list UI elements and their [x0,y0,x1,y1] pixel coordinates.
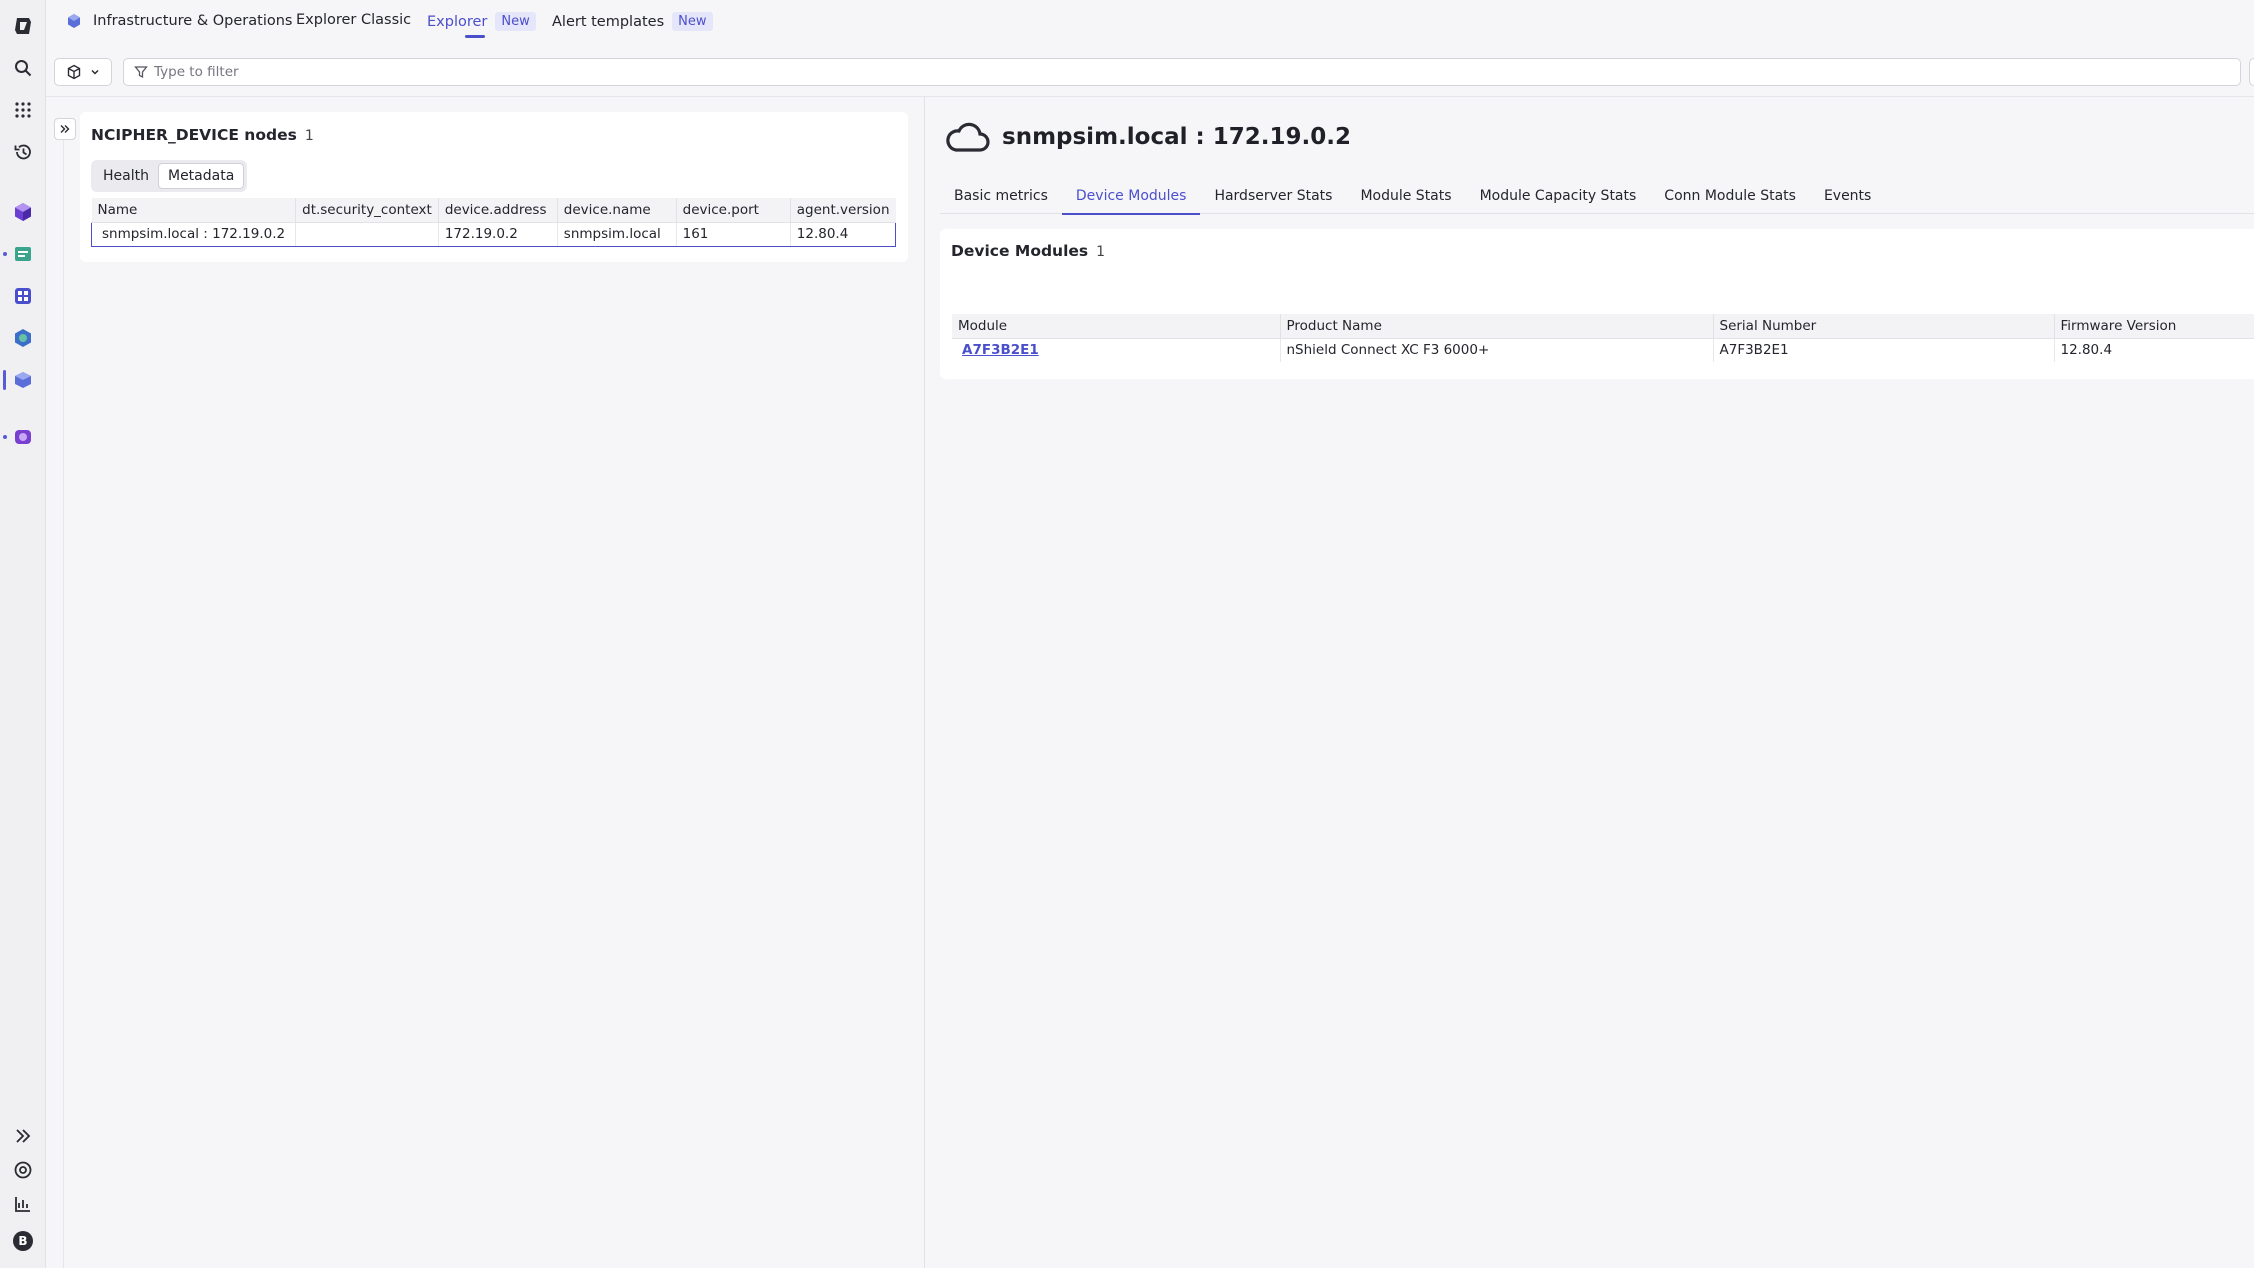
nodes-list-title: NCIPHER_DEVICE nodes 1 [91,126,314,144]
tab-explorer[interactable]: Explorer New [427,12,536,38]
app-header: Infrastructure & Operations Explorer Cla… [46,0,2254,44]
entity-type-selector[interactable] [54,58,112,86]
app-title-label: Infrastructure & Operations [93,13,293,29]
user-avatar[interactable]: B [9,1227,37,1255]
infrastructure-cube-icon [68,14,80,28]
cell-device-port: 161 [676,221,791,247]
tab-conn-module-stats[interactable]: Conn Module Stats [1650,178,1810,214]
filter-icon [134,66,148,79]
table-row: A7F3B2E1 nShield Connect XC F3 6000+ A7F… [952,338,2254,362]
column-header-security-context[interactable]: dt.security_context [295,198,439,223]
chevron-down-icon [91,69,99,75]
tab-label: Explorer Classic [296,12,412,28]
device-modules-title-label: Device Modules [951,242,1089,260]
device-modules-table: Module Product Name Serial Number Firmwa… [952,314,2254,362]
help-icon[interactable] [9,1156,37,1184]
column-header-device-name[interactable]: device.name [557,198,677,223]
column-header-device-port[interactable]: device.port [676,198,791,223]
app-title[interactable]: Infrastructure & Operations [65,12,292,30]
new-badge: New [672,12,713,31]
tab-explorer-classic[interactable]: Explorer Classic [296,12,411,28]
expand-rail-icon[interactable] [9,1122,37,1150]
column-header-agent-version[interactable]: agent.version [790,198,896,223]
header-divider [46,96,2254,97]
cell-firmware-version: 12.80.4 [2060,342,2113,359]
search-icon[interactable] [9,54,37,82]
filter-field[interactable] [123,58,2241,86]
double-chevron-right-icon [60,125,70,133]
tab-alert-templates[interactable]: Alert templates New [552,12,713,31]
collapse-panel-button[interactable] [54,118,76,140]
cell-security-context [295,221,439,247]
cell-device-name: snmpsim.local [557,221,677,247]
segment-metadata[interactable]: Metadata [157,163,245,189]
nodes-title-label: NCIPHER_DEVICE nodes [91,126,297,144]
table-header-row: Name dt.security_context device.address … [91,198,896,223]
view-segmented-control: Health Metadata [91,160,248,192]
cell-device-address: 172.19.0.2 [438,221,558,247]
column-header-serial-number[interactable]: Serial Number [1713,314,2055,339]
tab-label: Explorer [427,13,488,30]
analytics-icon[interactable] [9,1190,37,1218]
history-icon[interactable] [9,138,37,166]
dynatrace-logo-icon[interactable] [9,12,37,40]
active-tab-underline [465,35,485,38]
column-header-product-name[interactable]: Product Name [1280,314,1714,339]
notebooks-app-icon[interactable] [9,240,37,268]
column-header-module[interactable]: Module [952,314,1281,339]
detail-title: snmpsim.local : 172.19.0.2 [1002,124,1351,150]
column-header-name[interactable]: Name [91,198,297,223]
cell-product-name: nShield Connect XC F3 6000+ [1280,338,1714,362]
tab-label: Alert templates [552,13,665,30]
column-header-firmware-version[interactable]: Firmware Version [2054,314,2254,339]
detail-header: snmpsim.local : 172.19.0.2 [944,120,1351,154]
device-modules-title: Device Modules 1 [951,242,1105,260]
tab-basic-metrics[interactable]: Basic metrics [940,178,1062,214]
left-rail: B [0,0,46,1268]
cube-outline-icon [67,64,81,80]
infrastructure-operations-app-icon[interactable] [9,366,37,394]
tab-module-capacity-stats[interactable]: Module Capacity Stats [1466,178,1651,214]
tab-hardserver-stats[interactable]: Hardserver Stats [1200,178,1346,214]
tab-events[interactable]: Events [1810,178,1885,214]
apps-grid-icon[interactable] [9,96,37,124]
module-link[interactable]: A7F3B2E1 [962,342,1039,358]
active-app-indicator [3,370,6,390]
cell-serial-number: A7F3B2E1 [1713,338,2055,362]
filter-input[interactable] [154,64,2154,80]
tab-module-stats[interactable]: Module Stats [1346,178,1465,214]
workflows-app-icon[interactable] [9,423,37,451]
table-header-row: Module Product Name Serial Number Firmwa… [952,314,2254,339]
infrastructure-app-icon[interactable] [9,198,37,226]
nodes-table: Name dt.security_context device.address … [90,198,897,247]
filter-bar [46,54,2254,88]
nodes-count: 1 [304,128,314,144]
app-indicator-dot [3,252,7,256]
segment-health[interactable]: Health [94,163,158,189]
device-modules-card: Device Modules 1 Module Product Name Ser… [940,229,2254,379]
filter-action-button[interactable] [2249,58,2254,86]
tab-device-modules[interactable]: Device Modules [1061,178,1201,215]
nodes-list-card: NCIPHER_DEVICE nodes 1 Health Metadata N… [80,112,908,262]
panel-splitter[interactable] [924,97,925,1268]
detail-tabs: Basic metrics Device Modules Hardserver … [940,178,2254,215]
dashboards-app-icon[interactable] [9,282,37,310]
device-modules-count: 1 [1096,244,1106,260]
panel-guide-line [63,140,64,1268]
cell-agent-version: 12.80.4 [790,221,897,247]
cloud-icon [946,122,990,152]
cell-name: snmpsim.local : 172.19.0.2 [90,221,297,247]
kubernetes-app-icon[interactable] [9,324,37,352]
column-header-device-address[interactable]: device.address [438,198,558,223]
cell-module: A7F3B2E1 [952,338,1281,362]
table-row[interactable]: snmpsim.local : 172.19.0.2 172.19.0.2 sn… [90,221,897,247]
app-indicator-dot [3,435,7,439]
new-badge: New [495,12,536,31]
